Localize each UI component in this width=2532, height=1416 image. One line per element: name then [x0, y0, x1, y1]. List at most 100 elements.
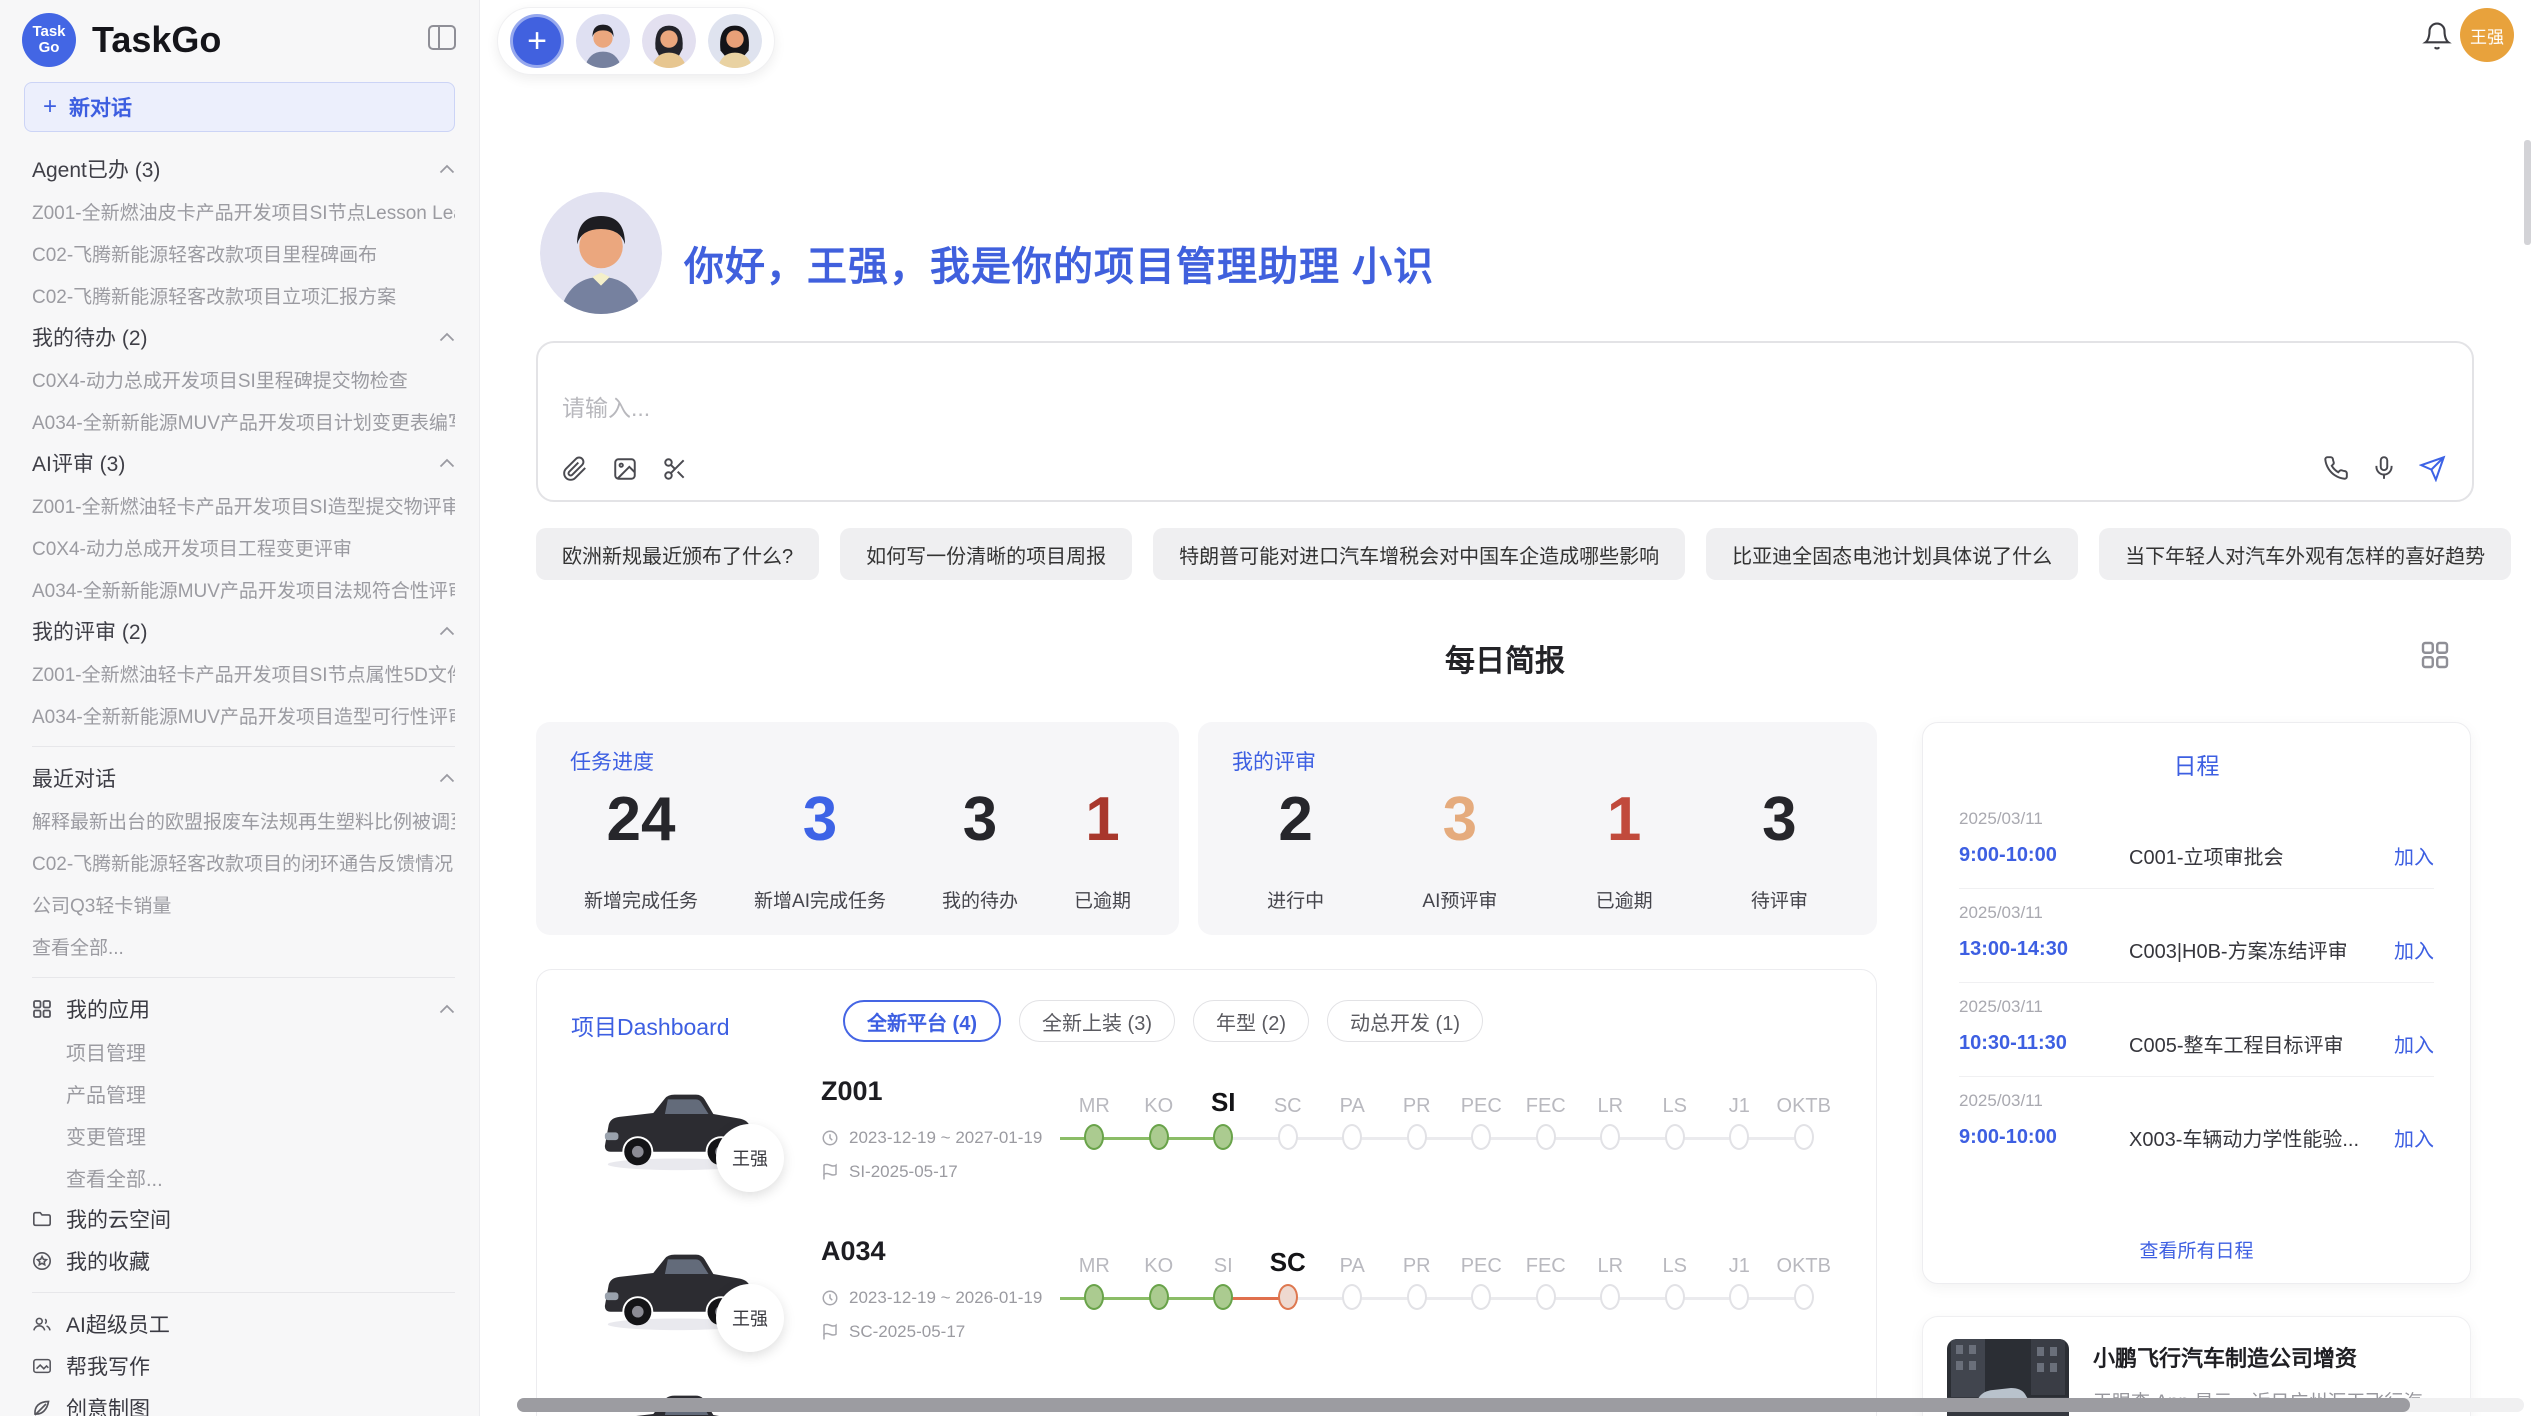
dashboard-tab[interactable]: 全新平台 (4) [843, 1000, 1001, 1042]
sidebar-app-item[interactable]: 变更管理 [32, 1114, 455, 1156]
milestone-dot[interactable] [1536, 1124, 1556, 1150]
milestone-dot[interactable] [1794, 1124, 1814, 1150]
sidebar-collapse-icon[interactable] [427, 24, 457, 56]
milestone-dot[interactable] [1794, 1284, 1814, 1310]
sidebar-section-header[interactable]: AI评审 (3) [32, 442, 455, 484]
sidebar-section-header[interactable]: 最近对话 [32, 757, 455, 799]
dashboard-title: 项目Dashboard [571, 1008, 730, 1042]
image-icon[interactable] [612, 456, 638, 482]
sidebar-item-favorites[interactable]: 我的收藏 [32, 1240, 455, 1282]
milestone-dot[interactable] [1600, 1124, 1620, 1150]
session-avatar-3[interactable] [708, 14, 762, 68]
briefing-layout-icon[interactable] [2420, 640, 2450, 675]
milestone-dot[interactable] [1471, 1124, 1491, 1150]
chevron-up-icon[interactable] [439, 1004, 455, 1014]
sidebar-item[interactable]: A034-全新新能源MUV产品开发项目法规符合性评审 [32, 568, 455, 610]
dashboard-tab[interactable]: 年型 (2) [1193, 1000, 1309, 1042]
milestone-dot[interactable] [1665, 1284, 1685, 1310]
event-join-link[interactable]: 加入 [2394, 1029, 2434, 1058]
milestone-dot[interactable] [1213, 1124, 1233, 1150]
milestone-label: J1 [1707, 1095, 1772, 1118]
dashboard-tab[interactable]: 动总开发 (1) [1327, 1000, 1483, 1042]
sidebar-item[interactable]: C02-飞腾新能源轻客改款项目立项汇报方案 [32, 274, 455, 316]
chevron-up-icon[interactable] [439, 458, 455, 468]
milestone-dot[interactable] [1084, 1284, 1104, 1310]
chevron-up-icon[interactable] [439, 164, 455, 174]
sidebar-item[interactable]: C0X4-动力总成开发项目工程变更评审 [32, 526, 455, 568]
suggestion-chip[interactable]: 欧洲新规最近颁布了什么? [536, 528, 819, 580]
milestone-dot[interactable] [1536, 1284, 1556, 1310]
view-all-schedule-link[interactable]: 查看所有日程 [1923, 1236, 2470, 1263]
project-row-z001[interactable]: 王强 Z001 2023-12-19 ~ 2027-01-19 SI-2025-… [537, 1070, 1876, 1222]
sidebar-item[interactable]: C02-飞腾新能源轻客改款项目里程碑画布 [32, 232, 455, 274]
milestone-dot[interactable] [1278, 1284, 1298, 1310]
sidebar-item[interactable]: A034-全新新能源MUV产品开发项目造型可行性评审 [32, 694, 455, 736]
user-avatar[interactable]: 王强 [2460, 8, 2514, 62]
sidebar-item[interactable]: Z001-全新燃油轻卡产品开发项目SI造型提交物评审 [32, 484, 455, 526]
event-join-link[interactable]: 加入 [2394, 841, 2434, 870]
chat-input[interactable] [562, 395, 2062, 422]
paperclip-icon[interactable] [562, 456, 588, 482]
sidebar-item[interactable]: A034-全新新能源MUV产品开发项目计划变更表编写 [32, 400, 455, 442]
project-flag-date: SI-2025-05-17 [821, 1162, 958, 1182]
sidebar-app-item[interactable]: 查看全部... [32, 1156, 455, 1198]
event-join-link[interactable]: 加入 [2394, 1123, 2434, 1152]
project-row-a034[interactable]: 王强 A034 2023-12-19 ~ 2026-01-19 SC-2025-… [537, 1230, 1876, 1382]
milestone-dot[interactable] [1600, 1284, 1620, 1310]
vertical-scrollbar[interactable] [2524, 140, 2531, 245]
suggestion-chip[interactable]: 比亚迪全固态电池计划具体说了什么 [1706, 528, 2078, 580]
sidebar-section-header[interactable]: 我的评审 (2) [32, 610, 455, 652]
sidebar-app-item[interactable]: 项目管理 [32, 1030, 455, 1072]
microphone-icon[interactable] [2371, 455, 2397, 482]
dashboard-tab[interactable]: 全新上装 (3) [1019, 1000, 1175, 1042]
milestone-dot[interactable] [1149, 1284, 1169, 1310]
send-icon[interactable] [2419, 455, 2446, 482]
sidebar-item[interactable]: C02-飞腾新能源轻客改款项目的闭环通告反馈情况 [32, 841, 455, 883]
stat-value: 3 [1443, 784, 1477, 855]
event-join-link[interactable]: 加入 [2394, 935, 2434, 964]
chevron-up-icon[interactable] [439, 773, 455, 783]
milestone-dot[interactable] [1084, 1124, 1104, 1150]
suggestion-chip[interactable]: 当下年轻人对汽车外观有怎样的喜好趋势 [2099, 528, 2511, 580]
milestone-dot[interactable] [1149, 1124, 1169, 1150]
sidebar-section-header[interactable]: Agent已办 (3) [32, 148, 455, 190]
suggestion-chip[interactable]: 特朗普可能对进口汽车增税会对中国车企造成哪些影响 [1153, 528, 1685, 580]
milestone-dot[interactable] [1278, 1124, 1298, 1150]
horizontal-scrollbar-thumb[interactable] [517, 1398, 2410, 1412]
new-session-button[interactable]: + [510, 14, 564, 68]
milestone-dot[interactable] [1729, 1124, 1749, 1150]
sidebar-app-item[interactable]: 产品管理 [32, 1072, 455, 1114]
sidebar-item-ai-employee[interactable]: AI超级员工 [32, 1303, 455, 1345]
session-avatar-1[interactable] [576, 14, 630, 68]
sidebar-item[interactable]: 公司Q3轻卡销量 [32, 883, 455, 925]
sidebar-section-header[interactable]: 我的待办 (2) [32, 316, 455, 358]
notification-bell-icon[interactable] [2422, 20, 2452, 57]
sidebar-item[interactable]: Z001-全新燃油皮卡产品开发项目SI节点Lesson Learn报告 [32, 190, 455, 232]
sidebar-item[interactable]: 查看全部... [32, 925, 455, 967]
sidebar-item[interactable]: C0X4-动力总成开发项目SI里程碑提交物检查 [32, 358, 455, 400]
milestone-dot[interactable] [1407, 1284, 1427, 1310]
milestone-dot[interactable] [1665, 1124, 1685, 1150]
milestone-dots [1062, 1284, 1852, 1314]
milestone-dot[interactable] [1407, 1124, 1427, 1150]
sidebar-item[interactable]: Z001-全新燃油轻卡产品开发项目SI节点属性5D文件评审 [32, 652, 455, 694]
phone-icon[interactable] [2323, 455, 2349, 482]
scissors-icon[interactable] [662, 456, 688, 482]
milestone-dot[interactable] [1342, 1284, 1362, 1310]
milestone-dot[interactable] [1213, 1284, 1233, 1310]
sidebar-item-creative-draw[interactable]: 创意制图 [32, 1387, 455, 1416]
milestone-dot-column [1320, 1284, 1385, 1314]
sidebar-item-cloud-space[interactable]: 我的云空间 [32, 1198, 455, 1240]
suggestion-chip[interactable]: 如何写一份清晰的项目周报 [840, 528, 1132, 580]
chevron-up-icon[interactable] [439, 332, 455, 342]
sidebar-item[interactable]: 解释最新出台的欧盟报废车法规再生塑料比例被调至15%... [32, 799, 455, 841]
session-avatar-2[interactable] [642, 14, 696, 68]
horizontal-scrollbar-track[interactable] [517, 1398, 2524, 1412]
milestone-dot[interactable] [1729, 1284, 1749, 1310]
milestone-dot[interactable] [1342, 1124, 1362, 1150]
sidebar-item-my-apps[interactable]: 我的应用 [32, 988, 455, 1030]
new-chat-button[interactable]: + 新对话 [24, 82, 455, 132]
sidebar-item-write-helper[interactable]: 帮我写作 [32, 1345, 455, 1387]
milestone-dot[interactable] [1471, 1284, 1491, 1310]
chevron-up-icon[interactable] [439, 626, 455, 636]
